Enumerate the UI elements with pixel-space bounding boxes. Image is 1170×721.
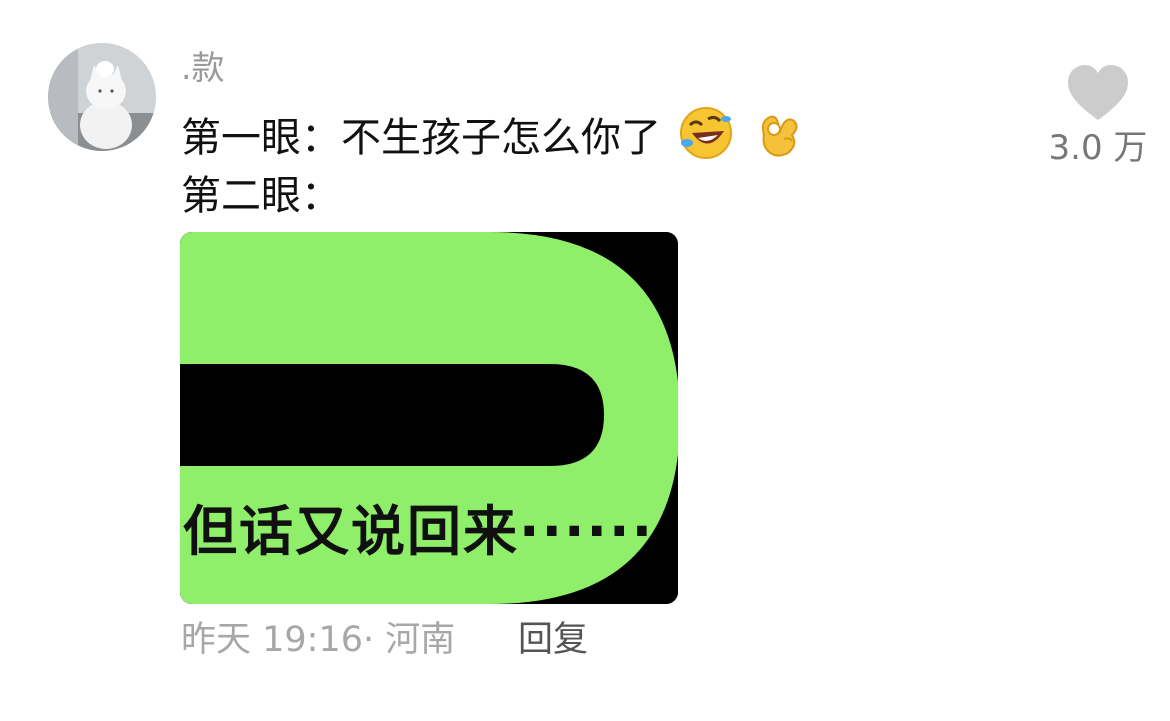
avatar-image: [48, 43, 156, 151]
heart-icon[interactable]: [1066, 64, 1130, 122]
comment-text-line-1: 第一眼：不生孩子怎么你了: [181, 105, 806, 164]
rolling-laughing-emoji-icon: [679, 107, 732, 159]
comment-card: .款 第一眼：不生孩子怎么你了 第二眼： 但话又说回来······ 3.0 万 …: [0, 0, 1170, 721]
ok-hand-emoji-icon: [762, 115, 798, 157]
comment-timestamp-location: 昨天 19:16· 河南: [181, 620, 456, 660]
username[interactable]: .款: [181, 46, 225, 90]
comment-text-1: 第一眼：不生孩子怎么你了: [181, 115, 661, 161]
user-avatar[interactable]: [48, 43, 156, 151]
like-count: 3.0 万: [1048, 128, 1148, 168]
like-button[interactable]: 3.0 万: [1040, 64, 1156, 168]
meme-caption: 但话又说回来······: [183, 500, 655, 563]
comment-text-line-2: 第二眼：: [181, 173, 341, 219]
reply-button[interactable]: 回复: [518, 615, 588, 665]
